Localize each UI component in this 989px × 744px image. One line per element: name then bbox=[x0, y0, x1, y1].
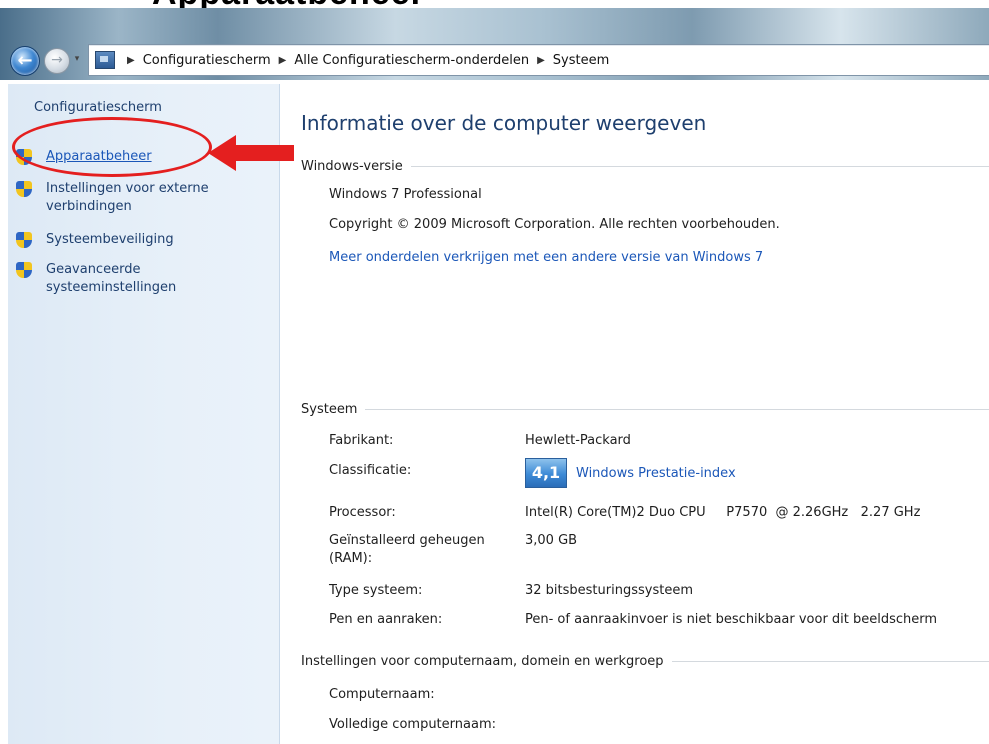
task-label[interactable]: Apparaatbeheer bbox=[46, 148, 226, 166]
group-windows-edition: Windows-versie bbox=[301, 157, 989, 175]
document-heading: Apparaatbeheer bbox=[0, 0, 989, 8]
property-label: Computernaam: bbox=[329, 687, 435, 702]
rating-score-badge[interactable]: 4,1 bbox=[525, 458, 567, 488]
windows-edition-value: Windows 7 Professional bbox=[329, 187, 482, 202]
property-value: 3,00 GB bbox=[525, 533, 578, 548]
task-system-protection[interactable]: Systeembeveiliging bbox=[16, 231, 226, 249]
property-label: Pen en aanraken: bbox=[329, 612, 443, 627]
navigation-pane: Configuratiescherm Apparaatbeheer Instel… bbox=[8, 84, 280, 744]
property-label: Processor: bbox=[329, 505, 396, 520]
uac-shield-icon bbox=[16, 232, 32, 249]
copyright-text: Copyright © 2009 Microsoft Corporation. … bbox=[329, 217, 780, 232]
divider bbox=[365, 408, 989, 410]
task-label[interactable]: Geavanceerde systeeminstellingen bbox=[46, 261, 196, 297]
uac-shield-icon bbox=[16, 262, 32, 279]
uac-shield-icon bbox=[16, 181, 32, 198]
breadcrumb-separator-icon[interactable]: ▶ bbox=[127, 55, 135, 66]
property-value: Hewlett-Packard bbox=[525, 433, 631, 448]
breadcrumb-item[interactable]: Systeem bbox=[553, 53, 609, 68]
control-panel-icon bbox=[95, 51, 115, 69]
address-field[interactable]: ▶ Configuratiescherm ▶ Alle Configuratie… bbox=[88, 44, 989, 76]
property-label: Geïnstalleerd geheugen (RAM): bbox=[329, 533, 485, 566]
property-label: Classificatie: bbox=[329, 463, 412, 478]
document-heading-band: Apparaatbeheer bbox=[0, 0, 989, 8]
page-title: Informatie over de computer weergeven bbox=[301, 111, 707, 135]
property-label: Type systeem: bbox=[329, 583, 423, 598]
upgrade-windows-link[interactable]: Meer onderdelen verkrijgen met een ander… bbox=[329, 250, 763, 265]
performance-rating: 4,1 Windows Prestatie-index bbox=[525, 458, 736, 488]
chevron-down-icon: ▾ bbox=[74, 54, 80, 64]
forward-button[interactable]: → bbox=[44, 48, 70, 74]
breadcrumb-separator-icon[interactable]: ▶ bbox=[537, 55, 545, 66]
property-value: Pen- of aanraakinvoer is niet beschikbaa… bbox=[525, 612, 938, 627]
breadcrumb-item[interactable]: Configuratiescherm bbox=[143, 53, 271, 68]
group-computer-name: Instellingen voor computernaam, domein e… bbox=[301, 652, 989, 670]
performance-index-link[interactable]: Windows Prestatie-index bbox=[576, 466, 736, 481]
task-device-manager[interactable]: Apparaatbeheer bbox=[16, 148, 226, 166]
document-heading-text: Apparaatbeheer bbox=[152, 0, 425, 8]
forward-arrow-icon: → bbox=[51, 52, 63, 68]
breadcrumb: ▶ Configuratiescherm ▶ Alle Configuratie… bbox=[119, 45, 609, 75]
task-label[interactable]: Instellingen voor externe verbindingen bbox=[46, 180, 216, 216]
property-label: Fabrikant: bbox=[329, 433, 394, 448]
address-bar-row: ← → ▾ ▶ Configuratiescherm ▶ Alle Config… bbox=[0, 34, 989, 84]
group-label: Systeem bbox=[301, 401, 358, 417]
task-remote-settings[interactable]: Instellingen voor externe verbindingen bbox=[16, 180, 216, 216]
property-label: Volledige computernaam: bbox=[329, 717, 496, 732]
divider bbox=[671, 660, 989, 662]
property-value: Intel(R) Core(TM)2 Duo CPU P7570 @ 2.26G… bbox=[525, 505, 921, 520]
property-value: 32 bitsbesturingssysteem bbox=[525, 583, 693, 598]
group-label: Instellingen voor computernaam, domein e… bbox=[301, 653, 664, 669]
breadcrumb-separator-icon[interactable]: ▶ bbox=[279, 55, 287, 66]
recent-pages-dropdown[interactable]: ▾ bbox=[72, 54, 82, 64]
back-arrow-icon: ← bbox=[17, 50, 33, 71]
breadcrumb-item[interactable]: Alle Configuratiescherm-onderdelen bbox=[294, 53, 529, 68]
task-advanced-settings[interactable]: Geavanceerde systeeminstellingen bbox=[16, 261, 196, 297]
group-label: Windows-versie bbox=[301, 158, 403, 174]
control-panel-home-link[interactable]: Configuratiescherm bbox=[34, 100, 162, 115]
uac-shield-icon bbox=[16, 149, 32, 166]
back-button[interactable]: ← bbox=[10, 46, 40, 76]
task-label[interactable]: Systeembeveiliging bbox=[46, 231, 226, 249]
group-system: Systeem bbox=[301, 400, 989, 418]
divider bbox=[410, 165, 989, 167]
